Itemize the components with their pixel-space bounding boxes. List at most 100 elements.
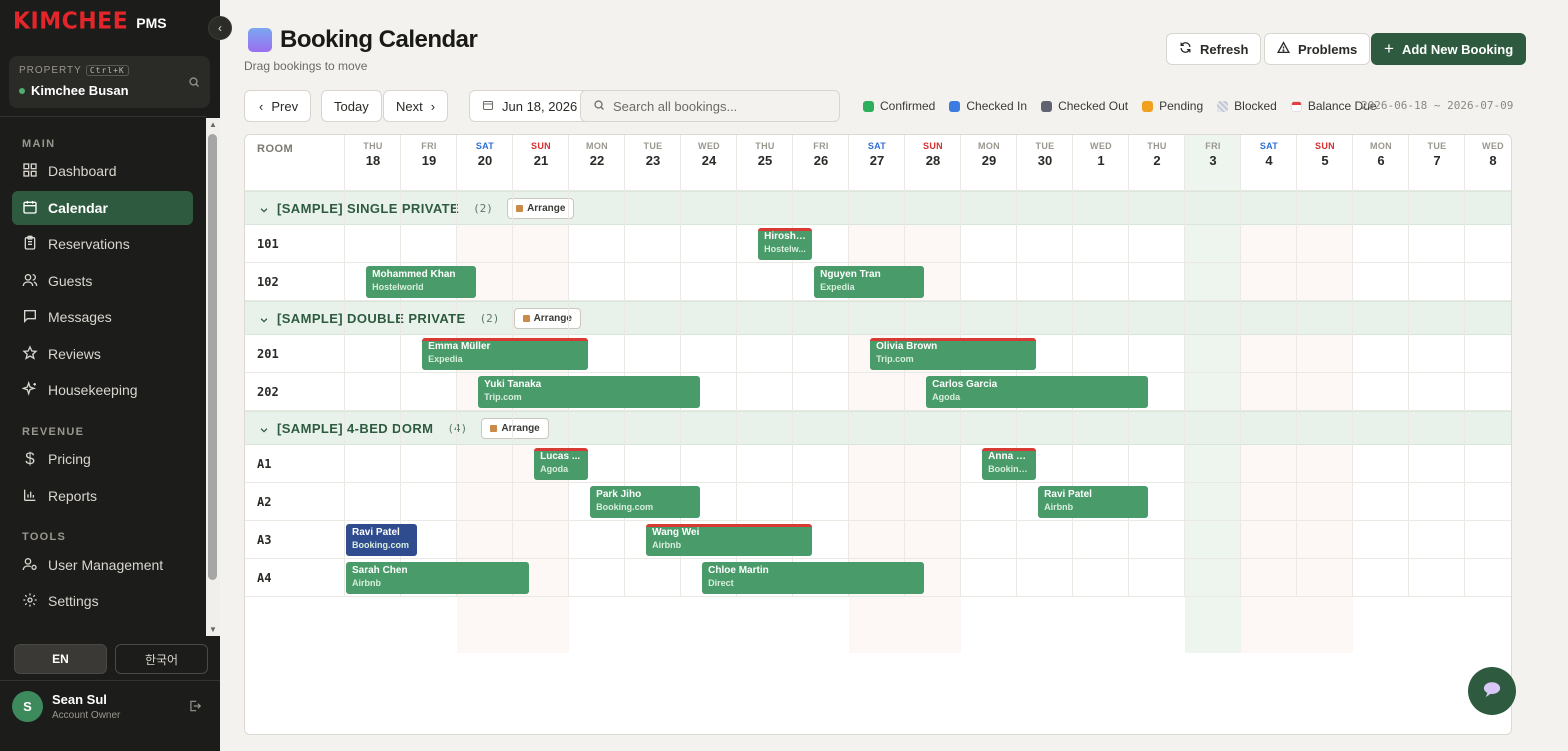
room-group-header[interactable]: [SAMPLE] 4-BED DORM (4) Arrange xyxy=(245,411,1511,445)
star-icon xyxy=(22,344,38,364)
booking-guest-name: Emma Müller xyxy=(428,341,491,352)
legend-swatch xyxy=(1142,100,1154,112)
today-button[interactable]: Today xyxy=(321,90,382,122)
booking-block[interactable]: Anna S... Booking... xyxy=(982,448,1037,480)
arrange-button[interactable]: Arrange xyxy=(513,308,581,329)
scroll-up-arrow-icon[interactable]: ▲ xyxy=(209,120,217,129)
nav-item-guests[interactable]: Guests xyxy=(12,264,193,298)
nav-item-reviews[interactable]: Reviews xyxy=(12,337,193,371)
nav-item-messages[interactable]: Messages xyxy=(12,300,193,334)
booking-block[interactable]: Yuki Tanaka Trip.com xyxy=(478,376,701,408)
row-divider xyxy=(245,482,1511,483)
arrange-button[interactable]: Arrange xyxy=(507,198,575,219)
room-group-header[interactable]: [SAMPLE] DOUBLE PRIVATE (2) Arrange xyxy=(245,301,1511,335)
add-new-booking-button[interactable]: + Add New Booking xyxy=(1371,33,1527,65)
nav-item-dashboard[interactable]: Dashboard xyxy=(12,154,193,188)
booking-block[interactable]: Olivia Brown Trip.com xyxy=(870,338,1037,370)
booking-block[interactable]: Ravi Patel Airbnb xyxy=(1038,486,1149,518)
booking-block[interactable]: Park Jiho Booking.com xyxy=(590,486,701,518)
nav-label: Calendar xyxy=(48,200,108,216)
day-header: WED 24 xyxy=(681,141,737,168)
box-icon xyxy=(516,205,524,212)
legend-label: Checked Out xyxy=(1058,99,1129,113)
lang-en-button[interactable]: EN xyxy=(14,644,107,674)
property-label: PROPERTY xyxy=(19,65,82,76)
problems-button[interactable]: Problems xyxy=(1264,33,1371,65)
warning-icon xyxy=(1276,41,1291,57)
day-number: 7 xyxy=(1433,153,1441,168)
day-name: SUN xyxy=(923,141,943,151)
booking-block[interactable]: Nguyen Tran Expedia xyxy=(814,266,925,298)
day-name: SUN xyxy=(531,141,551,151)
nav-item-user-management[interactable]: User Management xyxy=(12,548,193,582)
calendar-icon xyxy=(22,199,38,218)
nav-item-reservations[interactable]: Reservations xyxy=(12,227,193,261)
day-number: 22 xyxy=(589,153,605,168)
nav-label: Reports xyxy=(48,488,98,504)
day-name: MON xyxy=(586,141,608,151)
app-logo[interactable]: KIMCHEE PMS xyxy=(13,8,167,34)
box-icon xyxy=(490,425,498,432)
logout-icon[interactable] xyxy=(188,699,202,718)
room-number: 102 xyxy=(257,275,279,289)
chevron-down-icon[interactable] xyxy=(259,202,269,220)
chat-button[interactable] xyxy=(1468,667,1516,715)
day-name: WED xyxy=(698,141,720,151)
booking-block[interactable]: Wang Wei Airbnb xyxy=(646,524,813,556)
day-number: 27 xyxy=(869,153,885,168)
day-header: SUN 21 xyxy=(513,141,569,168)
arrange-button[interactable]: Arrange xyxy=(481,418,549,439)
booking-block[interactable]: Lucas ... Agoda xyxy=(534,448,589,480)
day-header: FRI 3 xyxy=(1185,141,1241,168)
booking-source: Airbnb xyxy=(1044,502,1074,512)
avatar[interactable]: S xyxy=(12,691,43,722)
day-number: 3 xyxy=(1209,153,1217,168)
scrollbar-thumb[interactable] xyxy=(208,134,217,580)
section-label-revenue: REVENUE xyxy=(22,426,85,438)
sidebar-collapse-button[interactable]: ‹ xyxy=(208,16,232,40)
nav-label: Reservations xyxy=(48,236,130,252)
booking-block[interactable]: Mohammed Khan Hostelworld xyxy=(366,266,477,298)
booking-block[interactable]: Chloe Martin Direct xyxy=(702,562,925,594)
sidebar-scrollbar[interactable]: ▲ ▼ xyxy=(206,118,220,636)
search-icon[interactable] xyxy=(188,75,200,93)
chevron-down-icon[interactable] xyxy=(259,422,269,440)
booking-block[interactable]: Hiroshi... Hostelw... xyxy=(758,228,813,260)
room-number: A2 xyxy=(257,495,272,509)
booking-source: Agoda xyxy=(540,464,569,474)
day-name: SUN xyxy=(1315,141,1335,151)
day-name: SAT xyxy=(867,141,887,151)
status-legend: Confirmed Checked In Checked Out Pending Blo… xyxy=(863,99,1377,113)
day-name: SAT xyxy=(1259,141,1279,151)
booking-block[interactable]: Ravi Patel Booking.com xyxy=(346,524,417,556)
scroll-down-arrow-icon[interactable]: ▼ xyxy=(209,625,217,634)
lang-ko-button[interactable]: 한국어 xyxy=(115,644,208,674)
next-button[interactable]: Next › xyxy=(383,90,449,122)
nav-item-housekeeping[interactable]: Housekeeping xyxy=(12,373,193,407)
booking-guest-name: Carlos Garcia xyxy=(932,379,998,390)
booking-block[interactable]: Carlos Garcia Agoda xyxy=(926,376,1149,408)
logo-suffix: PMS xyxy=(136,15,167,31)
booking-block[interactable]: Emma Müller Expedia xyxy=(422,338,589,370)
booking-guest-name: Ravi Patel xyxy=(352,527,400,538)
refresh-button[interactable]: Refresh xyxy=(1166,33,1262,65)
chevron-left-icon: ‹ xyxy=(259,98,264,114)
room-group-header[interactable]: [SAMPLE] SINGLE PRIVATE (2) Arrange xyxy=(245,191,1511,225)
booking-guest-name: Sarah Chen xyxy=(352,565,408,576)
legend-item: Checked Out xyxy=(1041,99,1128,113)
booking-guest-name: Nguyen Tran xyxy=(820,269,881,280)
legend-label: Pending xyxy=(1159,99,1204,113)
chevron-down-icon[interactable] xyxy=(259,312,269,330)
property-switcher[interactable]: PROPERTY Ctrl+K Kimchee Busan xyxy=(9,56,210,108)
nav-item-reports[interactable]: Reports xyxy=(12,479,193,513)
message-icon xyxy=(22,308,38,327)
date-picker[interactable]: Jun 18, 2026 xyxy=(469,90,591,122)
prev-button[interactable]: ‹ Prev xyxy=(244,90,312,122)
nav-item-pricing[interactable]: $ Pricing xyxy=(12,442,193,476)
booking-search-input[interactable]: Search all bookings... xyxy=(580,90,840,122)
booking-block[interactable]: Sarah Chen Airbnb xyxy=(346,562,529,594)
nav-item-settings[interactable]: Settings xyxy=(12,584,193,618)
chevron-right-icon: › xyxy=(430,98,436,114)
day-header: THU 2 xyxy=(1129,141,1185,168)
nav-item-calendar[interactable]: Calendar xyxy=(12,191,193,225)
